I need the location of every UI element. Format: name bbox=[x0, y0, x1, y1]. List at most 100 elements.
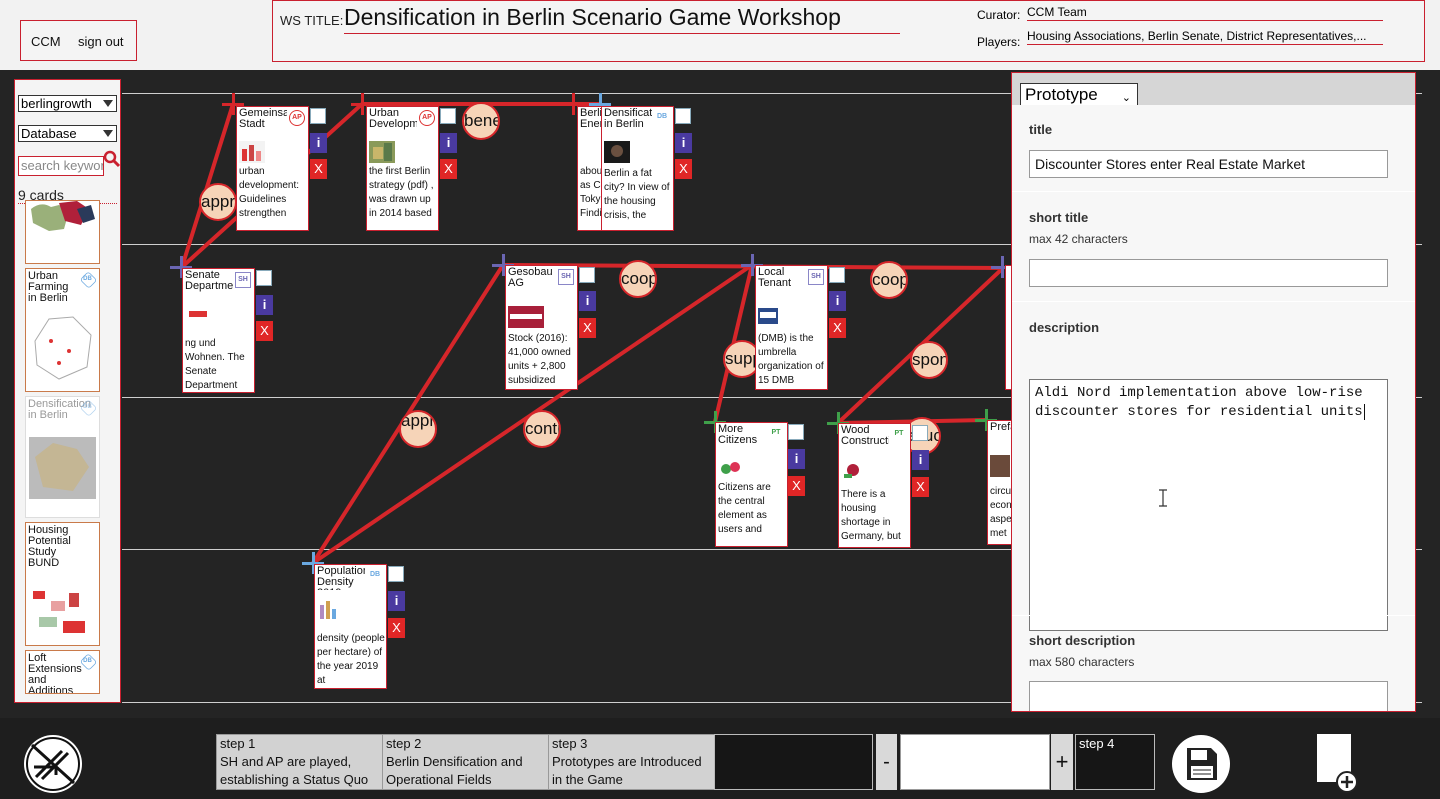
delete-button[interactable]: X bbox=[579, 318, 596, 338]
image-icon[interactable] bbox=[440, 108, 456, 124]
delete-button[interactable]: X bbox=[829, 318, 846, 338]
image-icon[interactable] bbox=[675, 108, 691, 124]
card-thumbnail bbox=[239, 141, 265, 163]
step-box[interactable]: step 4 bbox=[1075, 734, 1155, 790]
delete-button[interactable]: X bbox=[912, 477, 929, 497]
link-label[interactable]: sponsor bbox=[910, 341, 948, 379]
board-card[interactable]: Wood Constructi PT There is a housing sh… bbox=[838, 423, 911, 548]
delete-button[interactable]: X bbox=[788, 476, 805, 496]
step-label: step 4 bbox=[1079, 736, 1115, 751]
remove-step-button[interactable]: - bbox=[876, 734, 897, 790]
search-input[interactable]: search keywords bbox=[18, 156, 104, 176]
short-title-label: short title bbox=[1029, 210, 1089, 225]
step-label: step 1 bbox=[220, 736, 256, 751]
step-box[interactable] bbox=[714, 734, 873, 790]
image-icon[interactable] bbox=[256, 270, 272, 286]
add-step-button[interactable]: + bbox=[1051, 734, 1073, 790]
text-cursor bbox=[1363, 404, 1365, 420]
image-icon[interactable] bbox=[310, 108, 326, 124]
board-card[interactable]: Prefabricated circu econ aspe met bbox=[987, 420, 1013, 545]
save-icon[interactable] bbox=[1171, 734, 1231, 794]
library-card[interactable]: Densification in Berlin DB bbox=[25, 396, 100, 518]
short-description-input[interactable] bbox=[1029, 681, 1388, 711]
scenario-select[interactable]: berlingrowth bbox=[18, 95, 117, 112]
library-card-title: Densification in Berlin bbox=[28, 398, 91, 421]
new-step-input[interactable] bbox=[900, 734, 1050, 790]
card-text: density (people per hectare) of the year… bbox=[317, 633, 385, 686]
board-card[interactable]: Gesobau AG SH Stock (2016): 41,000 owned… bbox=[505, 265, 578, 390]
image-icon[interactable] bbox=[388, 566, 404, 582]
image-icon[interactable] bbox=[788, 424, 804, 440]
card-type-badge: PT bbox=[771, 429, 781, 436]
step-box[interactable]: step 2 Berlin Densification and Operatio… bbox=[382, 734, 549, 790]
delete-button[interactable]: X bbox=[310, 159, 327, 179]
card-thumbnail bbox=[29, 311, 96, 385]
link-label[interactable]: benef bbox=[462, 102, 500, 140]
title-input[interactable]: Discounter Stores enter Real Estate Mark… bbox=[1029, 150, 1388, 178]
description-textarea[interactable]: Aldi Nord implementation above low-rise … bbox=[1029, 379, 1388, 631]
card-type-badge: SH bbox=[235, 272, 251, 288]
info-button[interactable]: i bbox=[310, 133, 327, 153]
card-thumbnail bbox=[29, 573, 96, 643]
reset-board-icon[interactable] bbox=[22, 733, 84, 795]
card-thumbnail bbox=[317, 599, 343, 621]
divider bbox=[1012, 615, 1415, 616]
library-card-title: Urban Farming in Berlin bbox=[28, 270, 69, 304]
link-label[interactable]: coop bbox=[870, 261, 908, 299]
step-box[interactable]: step 3 Prototypes are Introduced in the … bbox=[548, 734, 715, 790]
image-icon[interactable] bbox=[912, 425, 928, 441]
source-select[interactable]: Database bbox=[18, 125, 117, 142]
board-card[interactable]: Population Density 2019 DB density (peop… bbox=[314, 564, 387, 689]
card-type-badge: SH bbox=[808, 269, 824, 285]
card-type-badge: DB bbox=[80, 654, 95, 668]
card-type-badge: DB bbox=[80, 400, 95, 414]
card-thumbnail bbox=[508, 306, 544, 328]
info-button[interactable]: i bbox=[788, 449, 805, 469]
image-icon[interactable] bbox=[579, 267, 595, 283]
info-button[interactable]: i bbox=[579, 291, 596, 311]
board-card[interactable]: Senate Departme SH ng und Wohnen. The Se… bbox=[182, 268, 255, 393]
board-card[interactable]: More Citizens PT Citizens are the centra… bbox=[715, 422, 788, 547]
library-card[interactable]: Housing Potential Study BUND bbox=[25, 522, 100, 646]
description-text: Aldi Nord implementation above low-rise … bbox=[1035, 385, 1363, 420]
add-card-icon[interactable] bbox=[1315, 732, 1363, 794]
card-thumbnail bbox=[29, 437, 96, 499]
short-title-input[interactable] bbox=[1029, 259, 1388, 287]
board-card[interactable]: Densification in Berlin DB Berlin a fat … bbox=[601, 106, 674, 231]
search-icon[interactable] bbox=[103, 150, 121, 168]
delete-button[interactable]: X bbox=[440, 159, 457, 179]
library-card[interactable]: Loft Extensions and Additions DB bbox=[25, 650, 100, 694]
info-button[interactable]: i bbox=[256, 295, 273, 315]
info-button[interactable]: i bbox=[440, 133, 457, 153]
image-icon[interactable] bbox=[829, 267, 845, 283]
card-title: Prefabricated bbox=[990, 422, 1012, 433]
link-label[interactable]: appropriate bbox=[399, 410, 437, 448]
card-title: Gesobau AG bbox=[508, 267, 553, 289]
delete-button[interactable]: X bbox=[256, 321, 273, 341]
info-button[interactable]: i bbox=[829, 291, 846, 311]
board-card[interactable]: Urban Developm AP the first Berlin strat… bbox=[366, 106, 439, 231]
info-button[interactable]: i bbox=[388, 591, 405, 611]
card-type-badge: AP bbox=[419, 110, 435, 126]
card-text: the first Berlin strategy (pdf) , was dr… bbox=[369, 166, 434, 219]
library-card[interactable]: Urban Farming in Berlin DB bbox=[25, 268, 100, 392]
delete-button[interactable]: X bbox=[388, 618, 405, 638]
info-button[interactable]: i bbox=[912, 450, 929, 470]
step-box[interactable]: step 1 SH and AP are played, establishin… bbox=[216, 734, 383, 790]
board-card[interactable]: Local Tenant SH (DMB) is the umbrella or… bbox=[755, 265, 828, 390]
link-label[interactable]: approp bbox=[199, 183, 237, 221]
card-type-badge: PT bbox=[894, 430, 904, 437]
delete-button[interactable]: X bbox=[675, 159, 692, 179]
edit-form: title Discounter Stores enter Real Estat… bbox=[1012, 105, 1415, 711]
link-label[interactable]: coop bbox=[619, 260, 657, 298]
card-thumbnail bbox=[604, 141, 630, 163]
card-type-select[interactable]: Prototype ⌄ bbox=[1020, 83, 1138, 106]
step-label: step 2 bbox=[386, 736, 422, 751]
board-card[interactable]: Gemeinsam Stadt AP urban development: Gu… bbox=[236, 106, 309, 231]
description-label: description bbox=[1029, 320, 1100, 335]
link-label[interactable]: contrib bbox=[523, 410, 561, 448]
card-thumbnail bbox=[758, 308, 778, 324]
library-card[interactable] bbox=[25, 200, 100, 264]
info-button[interactable]: i bbox=[675, 133, 692, 153]
chevron-down-icon bbox=[103, 100, 113, 107]
